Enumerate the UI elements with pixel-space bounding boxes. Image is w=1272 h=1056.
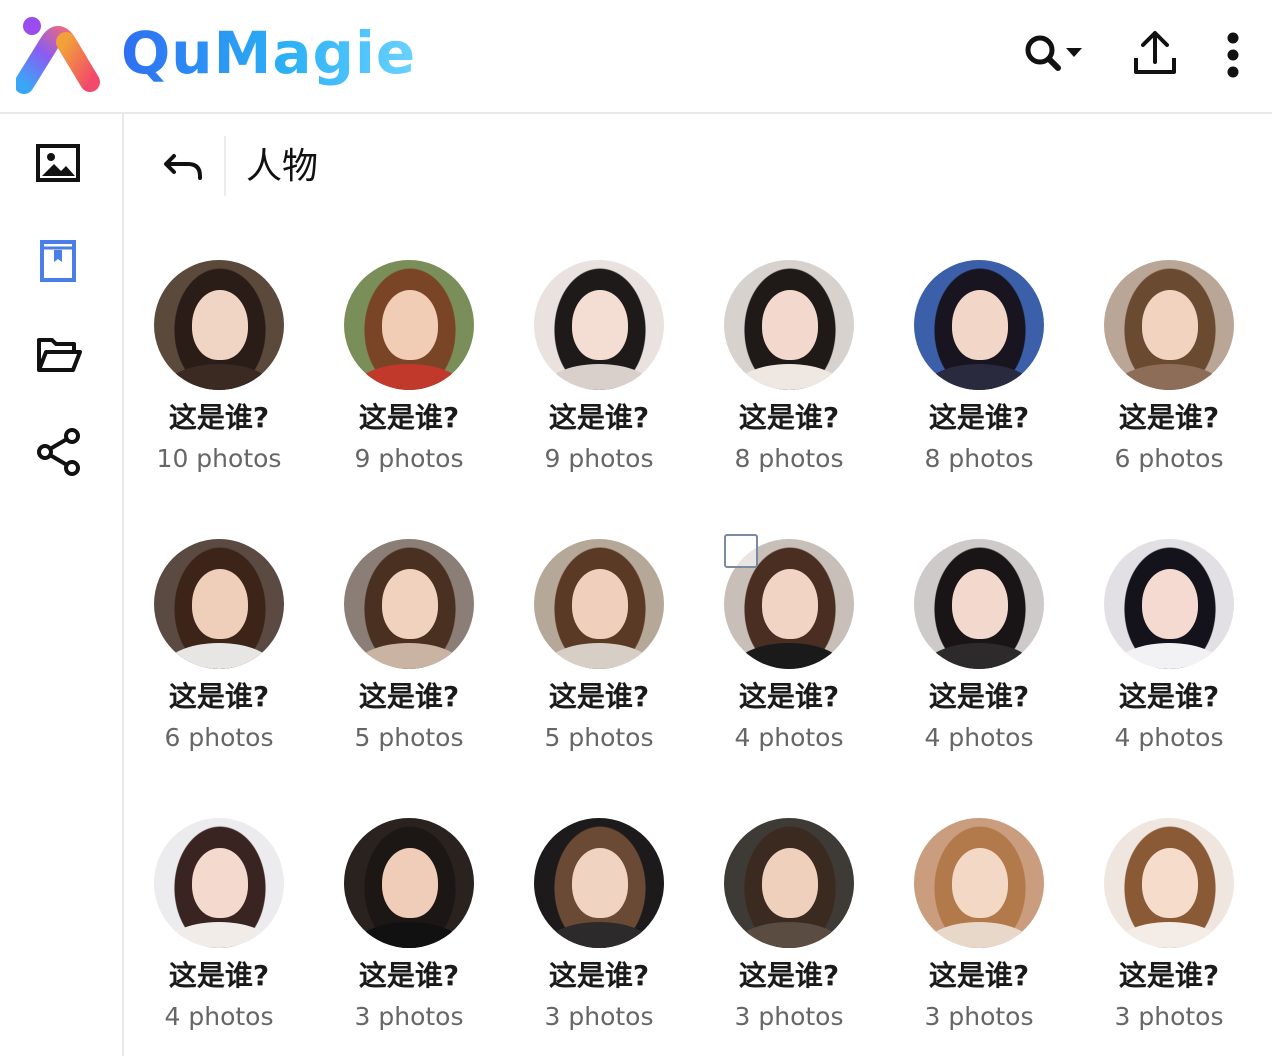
photos-icon	[36, 144, 80, 182]
dropdown-caret-icon	[1066, 48, 1082, 57]
person-name: 这是谁?	[928, 401, 1030, 434]
qumagie-logo-icon	[16, 17, 100, 94]
person-name: 这是谁?	[548, 401, 650, 434]
photo-count: 3 photos	[924, 1002, 1034, 1031]
share-icon	[37, 428, 80, 476]
person-avatar[interactable]	[154, 539, 284, 669]
back-arrow-icon	[164, 154, 202, 180]
person-avatar[interactable]	[914, 818, 1044, 948]
person-card[interactable]: 这是谁? 3 photos	[1074, 778, 1264, 1048]
person-name: 这是谁?	[738, 959, 840, 992]
person-avatar[interactable]	[344, 818, 474, 948]
upload-button[interactable]	[1130, 28, 1180, 80]
more-button[interactable]	[1218, 28, 1248, 80]
person-name: 这是谁?	[548, 959, 650, 992]
sidebar-item-photos[interactable]	[30, 136, 88, 194]
person-name: 这是谁?	[168, 401, 270, 434]
select-checkbox[interactable]	[724, 534, 758, 568]
upload-icon	[1134, 31, 1176, 74]
person-card[interactable]: 这是谁? 6 photos	[1074, 220, 1264, 490]
sidebar-item-folders[interactable]	[30, 326, 88, 384]
person-card[interactable]: 这是谁? 8 photos	[884, 220, 1074, 490]
photo-count: 8 photos	[734, 444, 844, 473]
person-avatar[interactable]	[534, 818, 664, 948]
photo-count: 9 photos	[544, 444, 654, 473]
breadcrumb-divider	[224, 136, 226, 196]
album-icon	[40, 240, 76, 282]
person-card[interactable]: 这是谁? 10 photos	[124, 220, 314, 490]
person-avatar[interactable]	[154, 818, 284, 948]
person-name: 这是谁?	[928, 959, 1030, 992]
person-name: 这是谁?	[1118, 401, 1220, 434]
sidebar	[0, 114, 124, 1056]
photo-count: 4 photos	[734, 723, 844, 752]
person-name: 这是谁?	[738, 680, 840, 713]
sidebar-item-share[interactable]	[30, 422, 88, 480]
person-name: 这是谁?	[168, 959, 270, 992]
person-card[interactable]: 这是谁? 3 photos	[504, 778, 694, 1048]
person-avatar[interactable]	[534, 539, 664, 669]
person-avatar[interactable]	[344, 260, 474, 390]
photo-count: 3 photos	[544, 1002, 654, 1031]
photo-count: 3 photos	[734, 1002, 844, 1031]
back-button[interactable]	[158, 142, 208, 192]
more-vertical-icon	[1227, 32, 1239, 78]
person-card[interactable]: 这是谁? 9 photos	[314, 220, 504, 490]
person-avatar[interactable]	[344, 539, 474, 669]
person-card[interactable]: 这是谁? 4 photos	[1074, 499, 1264, 769]
person-name: 这是谁?	[1118, 959, 1220, 992]
photo-count: 9 photos	[354, 444, 464, 473]
person-avatar[interactable]	[154, 260, 284, 390]
person-avatar[interactable]	[534, 260, 664, 390]
person-name: 这是谁?	[928, 680, 1030, 713]
person-card[interactable]: 这是谁? 5 photos	[504, 499, 694, 769]
photo-count: 6 photos	[164, 723, 274, 752]
person-name: 这是谁?	[358, 401, 460, 434]
person-name: 这是谁?	[738, 401, 840, 434]
person-card[interactable]: 这是谁? 5 photos	[314, 499, 504, 769]
photo-count: 4 photos	[1114, 723, 1224, 752]
person-name: 这是谁?	[548, 680, 650, 713]
person-avatar[interactable]	[914, 260, 1044, 390]
person-card[interactable]: 这是谁? 6 photos	[124, 499, 314, 769]
photo-count: 10 photos	[156, 444, 282, 473]
person-card[interactable]: 这是谁? 4 photos	[694, 499, 884, 769]
top-bar: QuMagie	[0, 0, 1272, 114]
folder-icon	[37, 338, 82, 372]
person-card[interactable]: 这是谁? 3 photos	[884, 778, 1074, 1048]
photo-count: 4 photos	[164, 1002, 274, 1031]
photo-count: 8 photos	[924, 444, 1034, 473]
photo-count: 6 photos	[1114, 444, 1224, 473]
person-avatar[interactable]	[724, 260, 854, 390]
sidebar-item-albums[interactable]	[30, 232, 88, 290]
photo-count: 4 photos	[924, 723, 1034, 752]
search-icon	[1025, 35, 1061, 71]
search-button[interactable]	[1022, 28, 1086, 80]
person-avatar[interactable]	[724, 818, 854, 948]
page-title: 人物	[246, 146, 319, 187]
person-name: 这是谁?	[1118, 680, 1220, 713]
photo-count: 5 photos	[544, 723, 654, 752]
person-card[interactable]: 这是谁? 8 photos	[694, 220, 884, 490]
person-name: 这是谁?	[358, 680, 460, 713]
photo-count: 3 photos	[1114, 1002, 1224, 1031]
person-card[interactable]: 这是谁? 3 photos	[314, 778, 504, 1048]
photo-count: 3 photos	[354, 1002, 464, 1031]
person-avatar[interactable]	[1104, 260, 1234, 390]
person-name: 这是谁?	[358, 959, 460, 992]
person-name: 这是谁?	[168, 680, 270, 713]
person-avatar[interactable]	[1104, 818, 1234, 948]
photo-count: 5 photos	[354, 723, 464, 752]
person-card[interactable]: 这是谁? 3 photos	[694, 778, 884, 1048]
person-card[interactable]: 这是谁? 9 photos	[504, 220, 694, 490]
person-avatar[interactable]	[914, 539, 1044, 669]
person-card[interactable]: 这是谁? 4 photos	[124, 778, 314, 1048]
person-card[interactable]: 这是谁? 4 photos	[884, 499, 1074, 769]
person-avatar[interactable]	[1104, 539, 1234, 669]
app-name: QuMagie	[121, 15, 416, 91]
